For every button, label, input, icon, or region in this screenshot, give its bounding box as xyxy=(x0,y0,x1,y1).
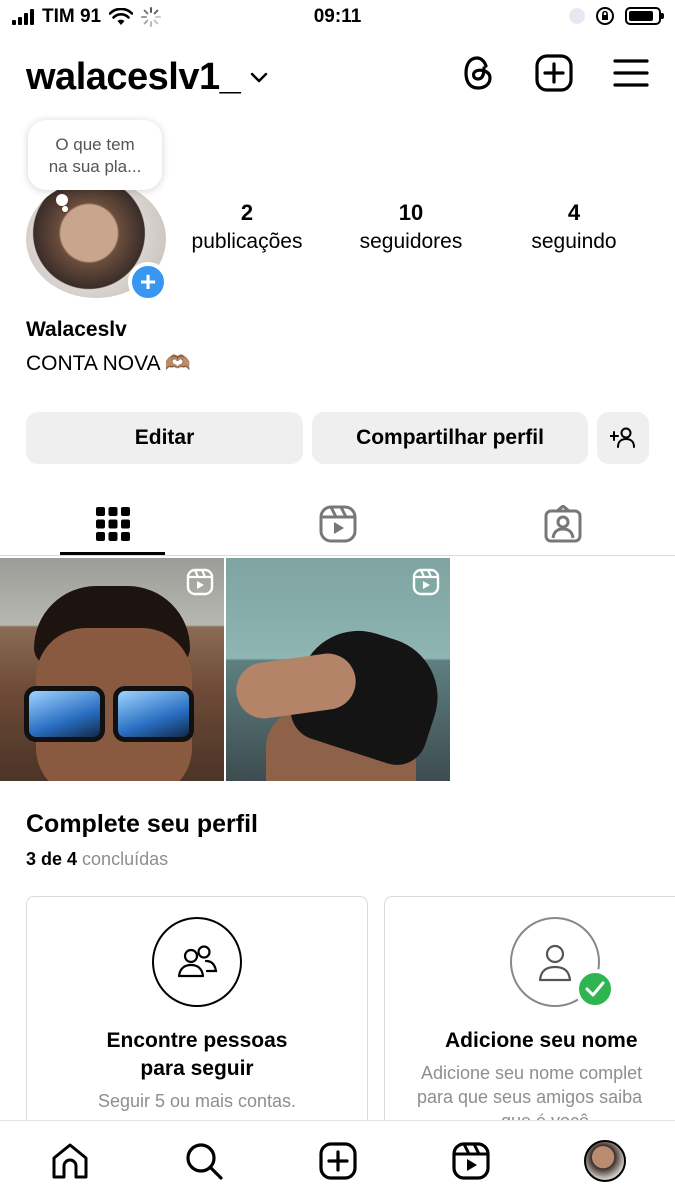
note-bubble-tail xyxy=(56,194,68,206)
create-icon xyxy=(319,1142,357,1180)
profile-name: Walaceslv xyxy=(26,318,127,341)
plus-icon: + xyxy=(139,266,157,297)
stat-posts[interactable]: 2 publicações xyxy=(184,200,310,254)
chevron-down-icon xyxy=(251,72,268,82)
profile-bio-text: CONTA NOVA xyxy=(26,352,161,375)
post-1-sunglasses xyxy=(24,686,194,742)
card-find-people-title-line1: Encontre pessoas xyxy=(106,1029,288,1052)
tab-reels[interactable] xyxy=(225,492,450,556)
stat-followers-label: seguidores xyxy=(359,230,463,253)
profile-avatar-small xyxy=(584,1140,626,1182)
completed-check-badge xyxy=(575,969,615,1009)
card-add-name-text-line2: para que seus amigos saiba xyxy=(417,1087,643,1107)
header-actions xyxy=(461,54,649,92)
progress-count: 3 de 4 xyxy=(26,849,78,869)
card-add-name-title: Adicione seu nome xyxy=(385,1027,675,1055)
edit-profile-label: Editar xyxy=(134,426,195,449)
note-bubble[interactable]: O que tem na sua pla... xyxy=(28,120,162,190)
post-thumbnail-2[interactable] xyxy=(226,558,450,781)
person-icon xyxy=(538,944,572,982)
reel-badge-icon xyxy=(412,568,440,596)
note-bubble-tail-small xyxy=(62,206,68,212)
account-switcher[interactable]: walaceslv1_ xyxy=(26,56,268,99)
stat-posts-value: 2 xyxy=(240,200,254,225)
people-icon-circle xyxy=(152,917,242,1007)
profile-header: walaceslv1_ xyxy=(26,48,649,104)
card-find-people[interactable]: Encontre pessoas para seguir Seguir 5 ou… xyxy=(26,896,368,1136)
profile-tabs xyxy=(0,492,675,556)
post-thumbnail-1[interactable] xyxy=(0,558,224,781)
nav-reels[interactable] xyxy=(449,1139,493,1183)
note-text-line1: O que tem xyxy=(55,135,135,154)
stat-following-value: 4 xyxy=(567,200,581,225)
share-profile-label: Compartilhar perfil xyxy=(356,426,544,449)
card-add-name-text-line1: Adicione seu nome complet xyxy=(421,1063,643,1083)
add-story-button[interactable]: + xyxy=(128,262,168,302)
card-add-name-title-line1: Adicione seu nome xyxy=(445,1029,638,1052)
location-indicator-icon xyxy=(569,8,585,24)
stat-following-label: seguindo xyxy=(531,230,617,253)
nav-profile[interactable] xyxy=(583,1139,627,1183)
reels-icon xyxy=(319,505,356,543)
username-title: walaceslv1_ xyxy=(26,56,241,98)
nav-search[interactable] xyxy=(182,1139,226,1183)
checkmark-icon xyxy=(585,981,605,997)
card-find-people-title-line2: para seguir xyxy=(140,1057,254,1080)
active-tab-indicator xyxy=(60,552,165,555)
stat-posts-label: publicações xyxy=(191,230,303,253)
stat-following[interactable]: 4 seguindo xyxy=(512,200,636,254)
nav-home[interactable] xyxy=(48,1139,92,1183)
reels-icon xyxy=(452,1142,490,1180)
nav-create[interactable] xyxy=(316,1139,360,1183)
complete-profile-title: Complete seu perfil xyxy=(26,810,258,838)
people-icon xyxy=(177,945,218,978)
bottom-navigation xyxy=(0,1120,675,1200)
stat-followers[interactable]: 10 seguidores xyxy=(348,200,474,254)
edit-profile-button[interactable]: Editar xyxy=(26,412,303,464)
status-right xyxy=(569,6,664,26)
add-person-icon xyxy=(610,427,635,448)
battery-icon xyxy=(625,7,664,25)
menu-icon[interactable] xyxy=(613,58,649,88)
discover-people-button[interactable] xyxy=(597,412,649,464)
note-text-line2: na sua pla... xyxy=(48,157,142,176)
share-profile-button[interactable]: Compartilhar perfil xyxy=(312,412,588,464)
tagged-icon xyxy=(544,505,581,543)
reel-badge-icon xyxy=(186,568,214,596)
orientation-lock-icon xyxy=(596,7,614,25)
create-post-icon[interactable] xyxy=(535,54,573,92)
card-find-people-title: Encontre pessoas para seguir xyxy=(27,1027,367,1083)
card-find-people-text: Seguir 5 ou mais contas. xyxy=(97,1091,297,1111)
tab-grid[interactable] xyxy=(0,492,225,556)
complete-profile-progress: 3 de 4 concluídas xyxy=(26,849,168,870)
threads-icon[interactable] xyxy=(461,54,495,92)
card-add-name[interactable]: Adicione seu nome Adicione seu nome comp… xyxy=(384,896,675,1136)
search-icon xyxy=(186,1143,223,1180)
stat-followers-value: 10 xyxy=(398,200,424,225)
grid-icon xyxy=(95,507,130,541)
home-icon xyxy=(52,1143,88,1179)
profile-bio: CONTA NOVA 🫶🏽 xyxy=(26,352,191,376)
status-bar: TIM 91 09:11 xyxy=(0,0,675,36)
heart-hands-emoji: 🫶🏽 xyxy=(164,352,191,375)
progress-label: concluídas xyxy=(82,849,169,869)
tab-tagged[interactable] xyxy=(450,492,675,556)
